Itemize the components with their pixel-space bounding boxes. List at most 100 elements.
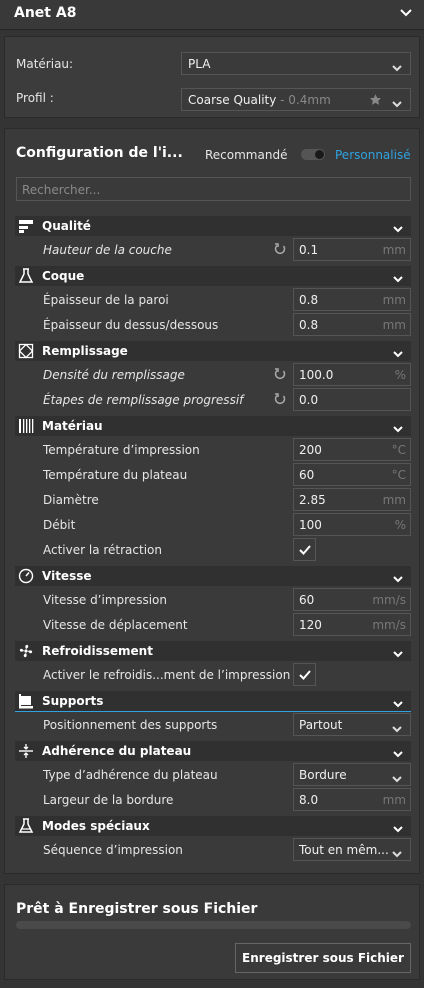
input-value: 0.8 — [299, 293, 319, 307]
profile-nozzle: - 0.4mm — [276, 93, 331, 107]
infill-icon — [18, 343, 34, 359]
speed-icon — [18, 568, 34, 584]
setting-row-print-speed: Vitesse d’impression 60 mm/s — [15, 587, 411, 612]
infill-density-input[interactable]: 100.0% — [293, 363, 411, 386]
retraction-checkbox[interactable] — [293, 538, 316, 561]
category-speed[interactable]: Vitesse — [15, 566, 411, 586]
category-infill[interactable]: Remplissage — [15, 341, 411, 361]
category-label: Vitesse — [42, 569, 92, 583]
setting-label: Température du plateau — [43, 468, 188, 482]
setting-label: Activer la rétraction — [43, 543, 162, 557]
input-unit: % — [394, 518, 406, 532]
brim-width-input[interactable]: 8.0 mm — [293, 788, 411, 811]
print-speed-input[interactable]: 60 mm/s — [293, 588, 411, 611]
setting-row-adhesion-type: Type d’adhérence du plateau Bordure — [15, 762, 411, 787]
checkmark-icon — [299, 545, 311, 555]
material-dropdown[interactable]: PLA — [181, 52, 411, 75]
flow-input[interactable]: 100% — [293, 513, 411, 536]
checkmark-icon — [299, 670, 311, 680]
printer-selector[interactable]: Anet A8 — [0, 0, 424, 30]
print-settings-panel: Configuration de l'i... Recommandé Perso… — [4, 128, 420, 874]
input-unit: mm — [382, 243, 406, 257]
settings-search-input[interactable]: Rechercher... — [16, 177, 411, 201]
setting-row-wall-thickness: Épaisseur de la paroi 0.8 mm — [15, 287, 411, 312]
chevron-down-icon — [393, 822, 403, 836]
input-unit: mm — [382, 293, 406, 307]
input-unit: mm — [382, 493, 406, 507]
setting-row-retraction: Activer la rétraction — [15, 537, 411, 562]
setting-row-flow: Débit 100% — [15, 512, 411, 537]
chevron-down-icon — [393, 422, 403, 436]
dropdown-value: Partout — [299, 718, 343, 732]
category-cooling[interactable]: Refroidissement — [15, 641, 411, 661]
travel-speed-input[interactable]: 120 mm/s — [293, 613, 411, 636]
input-value: 200 — [299, 443, 322, 457]
print-sequence-dropdown[interactable]: Tout en mêm... — [293, 838, 411, 861]
setting-label: Étapes de remplissage progressif — [43, 393, 244, 407]
setting-row-print-temp: Température d’impression 200 °C — [15, 437, 411, 462]
setting-row-infill-density: Densité du remplissage 100.0% — [15, 362, 411, 387]
chevron-down-icon — [393, 647, 403, 661]
category-label: Adhérence du plateau — [42, 744, 192, 758]
output-panel: Prêt à Enregistrer sous Fichier Enregist… — [4, 884, 420, 980]
print-temp-input[interactable]: 200 °C — [293, 438, 411, 461]
category-shell[interactable]: Coque — [15, 266, 411, 286]
wall-thickness-input[interactable]: 0.8 mm — [293, 288, 411, 311]
input-value: 120 — [299, 618, 322, 632]
diameter-input[interactable]: 2.85 mm — [293, 488, 411, 511]
setting-label: Épaisseur du dessus/dessous — [43, 318, 219, 332]
setting-label: Hauteur de la couche — [43, 243, 172, 257]
star-icon[interactable] — [369, 93, 382, 109]
recommended-mode-label[interactable]: Recommandé — [205, 148, 287, 162]
chevron-down-icon — [393, 747, 403, 761]
top-bottom-thickness-input[interactable]: 0.8 mm — [293, 313, 411, 336]
material-value: PLA — [188, 57, 211, 71]
chevron-down-icon — [393, 272, 403, 286]
setting-label: Débit — [43, 518, 76, 532]
support-placement-dropdown[interactable]: Partout — [293, 713, 411, 736]
setting-row-bed-temp: Température du plateau 60 °C — [15, 462, 411, 487]
gradual-infill-input[interactable]: 0.0 — [293, 388, 411, 411]
layer-height-input[interactable]: 0.1 mm — [293, 238, 411, 261]
setting-row-top-bottom-thickness: Épaisseur du dessus/dessous 0.8 mm — [15, 312, 411, 337]
setting-row-support-placement: Positionnement des supports Partout — [15, 712, 411, 737]
custom-mode-label[interactable]: Personnalisé — [335, 148, 411, 162]
save-to-file-button[interactable]: Enregistrer sous Fichier — [235, 943, 411, 973]
setting-label: Positionnement des supports — [43, 718, 218, 732]
setting-label: Activer le refroidis...ment de l’impress… — [43, 668, 291, 682]
input-value: 60 — [299, 593, 315, 607]
chevron-down-icon — [393, 222, 403, 236]
printer-name: Anet A8 — [14, 5, 77, 21]
reset-icon[interactable] — [274, 368, 286, 383]
adhesion-type-dropdown[interactable]: Bordure — [293, 763, 411, 786]
reset-icon[interactable] — [274, 393, 286, 408]
category-quality[interactable]: Qualité — [15, 216, 411, 236]
quality-icon — [18, 218, 34, 234]
setting-row-gradual-infill: Étapes de remplissage progressif 0.0 — [15, 387, 411, 412]
category-special-modes[interactable]: Modes spéciaux — [15, 816, 411, 836]
setting-label: Épaisseur de la paroi — [43, 293, 169, 307]
setting-row-diameter: Diamètre 2.85 mm — [15, 487, 411, 512]
chevron-down-icon — [392, 772, 402, 786]
category-material[interactable]: Matériau — [15, 416, 411, 436]
profile-label: Profil : — [16, 91, 54, 105]
setting-label: Densité du remplissage — [43, 368, 185, 382]
category-label: Coque — [42, 269, 85, 283]
category-label: Matériau — [42, 419, 103, 433]
profile-dropdown[interactable]: Coarse Quality - 0.4mm — [181, 88, 411, 111]
input-unit: °C — [391, 468, 406, 482]
bed-temp-input[interactable]: 60 °C — [293, 463, 411, 486]
cooling-checkbox[interactable] — [293, 663, 316, 686]
print-setup-title: Configuration de l'i... — [16, 145, 183, 161]
input-value: 100.0 — [299, 368, 334, 382]
category-bed-adhesion[interactable]: Adhérence du plateau — [15, 741, 411, 761]
input-unit: mm — [382, 793, 406, 807]
chevron-down-icon — [392, 722, 402, 736]
mode-toggle[interactable] — [301, 149, 325, 160]
input-unit: mm/s — [372, 593, 406, 607]
reset-icon[interactable] — [274, 243, 286, 258]
toggle-knob — [315, 150, 324, 159]
category-supports[interactable]: Supports — [15, 691, 411, 711]
chevron-down-icon — [392, 847, 402, 861]
setting-row-travel-speed: Vitesse de déplacement 120 mm/s — [15, 612, 411, 637]
